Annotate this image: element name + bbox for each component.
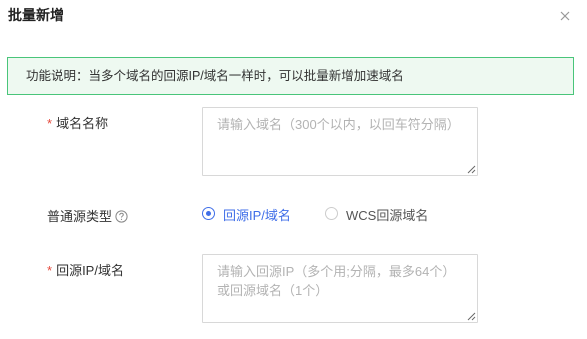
origin-address-placeholder-line2: 或回源域名（1个） xyxy=(217,283,329,298)
origin-address-textarea[interactable]: 请输入回源IP（多个用;分隔，最多64个） 或回源域名（1个） xyxy=(202,254,478,323)
radio-unchecked-icon xyxy=(325,207,338,220)
close-icon[interactable] xyxy=(558,9,572,23)
origin-type-label: 普通源类型 xyxy=(47,206,128,225)
domain-names-label: * 域名名称 xyxy=(47,113,108,132)
domain-names-textarea[interactable]: 请输入域名（300个以内，以回车符分隔） xyxy=(202,107,478,176)
radio-origin-ip-domain-label: 回源IP/域名 xyxy=(223,208,291,223)
dialog-title: 批量新增 xyxy=(8,7,64,23)
resize-grip-icon[interactable] xyxy=(467,165,476,174)
origin-address-placeholder-line1: 请输入回源IP（多个用;分隔，最多64个） xyxy=(217,264,456,279)
origin-type-label-text: 普通源类型 xyxy=(47,209,113,224)
domain-names-label-text: 域名名称 xyxy=(56,116,109,131)
feature-description-notice: 功能说明：当多个域名的回源IP/域名一样时，可以批量新增加速域名 xyxy=(7,57,574,95)
origin-address-label-text: 回源IP/域名 xyxy=(56,263,124,278)
required-mark: * xyxy=(47,263,53,278)
batch-add-dialog: 批量新增 功能说明：当多个域名的回源IP/域名一样时，可以批量新增加速域名 * 域… xyxy=(0,0,587,339)
resize-grip-icon[interactable] xyxy=(467,312,476,321)
question-circle-icon[interactable] xyxy=(115,210,128,223)
radio-wcs-origin-domain-label: WCS回源域名 xyxy=(346,208,429,223)
domain-names-placeholder: 请输入域名（300个以内，以回车符分隔） xyxy=(217,117,460,132)
origin-address-label: * 回源IP/域名 xyxy=(47,260,124,279)
origin-address-placeholder: 请输入回源IP（多个用;分隔，最多64个） 或回源域名（1个） xyxy=(217,262,467,300)
radio-checked-icon xyxy=(202,207,215,220)
required-mark: * xyxy=(47,116,53,131)
